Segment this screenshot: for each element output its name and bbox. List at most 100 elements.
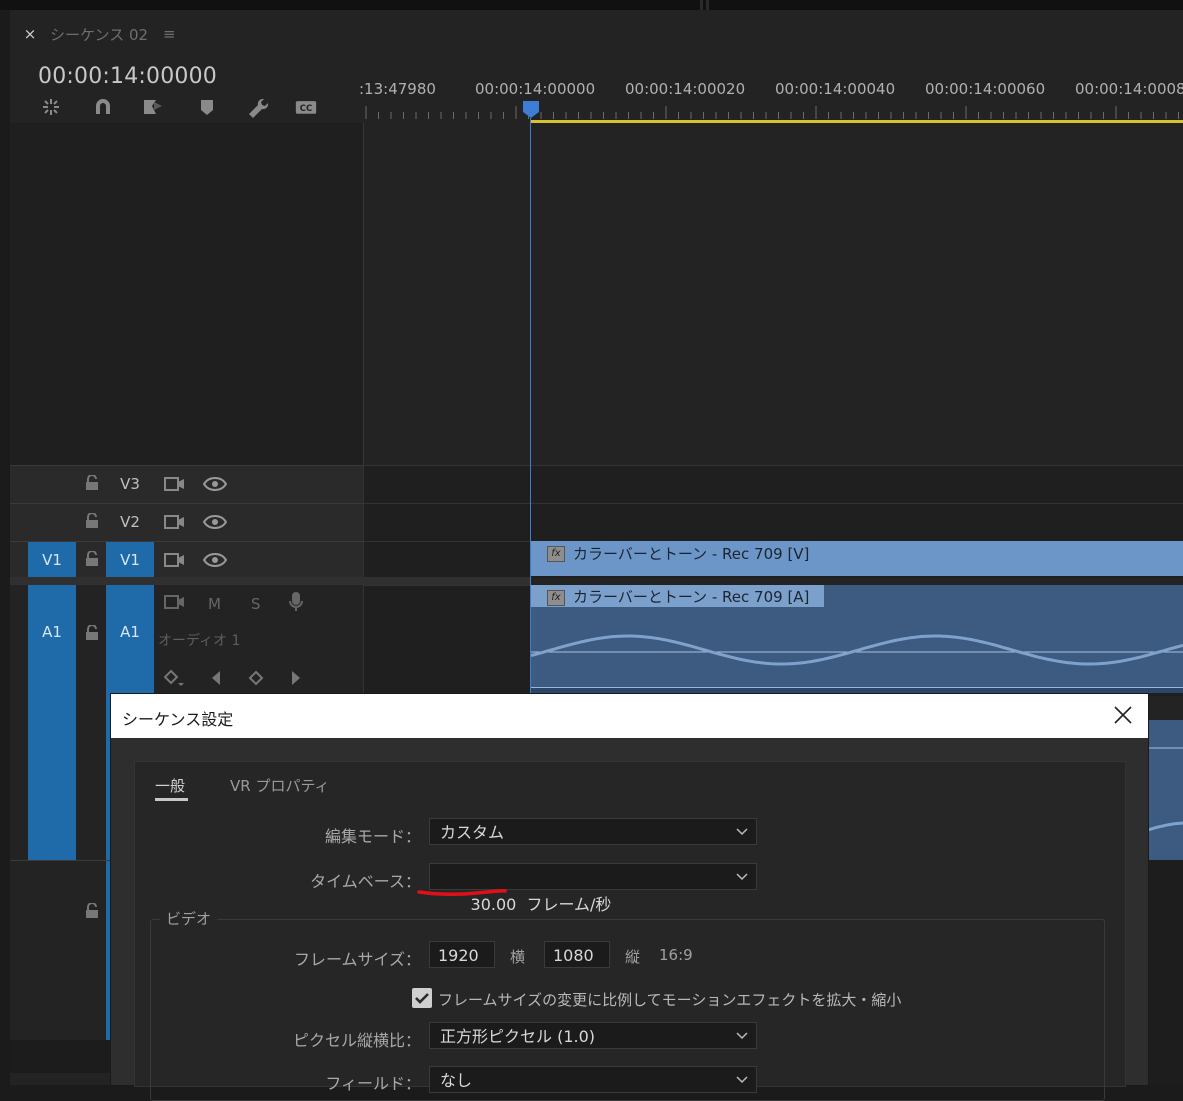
time-ruler[interactable]: :13:47980 00:00:14:00000 00:00:14:00020 … — [359, 66, 1183, 122]
ruler-label: 00:00:14:00060 — [925, 80, 1046, 98]
svg-text:CC: CC — [300, 103, 312, 113]
ruler-label: 00:00:14:00020 — [625, 80, 746, 98]
keyframe-menu-icon[interactable] — [164, 669, 184, 687]
track-lane-v3[interactable] — [364, 465, 1183, 503]
lock-icon[interactable] — [84, 513, 100, 529]
playhead-handle[interactable] — [523, 101, 539, 118]
pixel-aspect-select[interactable]: 正方形ピクセル (1.0) — [429, 1022, 757, 1049]
panel-footer — [10, 1040, 110, 1073]
edit-mode-label: 編集モード： — [324, 827, 421, 846]
fx-badge[interactable]: fx — [547, 590, 565, 606]
checkmark-icon — [415, 993, 429, 1004]
lock-icon[interactable] — [84, 625, 100, 641]
video-clip[interactable]: fx カラーバーとトーン - Rec 709 [V] — [531, 541, 1183, 576]
panel-menu-icon[interactable]: ≡ — [163, 25, 176, 43]
track-target-v3[interactable]: V3 — [106, 466, 154, 503]
solo-button[interactable]: S — [251, 595, 261, 613]
track-separator — [10, 860, 110, 861]
width-unit: 横 — [510, 948, 526, 966]
panel-divider[interactable] — [706, 0, 709, 10]
close-icon[interactable] — [1112, 704, 1134, 726]
edit-mode-select[interactable]: カスタム — [429, 818, 757, 845]
chevron-down-icon — [736, 1076, 748, 1084]
lock-icon[interactable] — [84, 903, 100, 919]
captions-icon[interactable]: CC — [295, 96, 321, 118]
frame-size-label: フレームサイズ： — [293, 950, 421, 969]
active-tab-indicator — [155, 798, 188, 801]
empty-track-area — [10, 123, 364, 465]
microphone-icon[interactable] — [288, 591, 304, 613]
linked-selection-icon[interactable] — [142, 96, 168, 118]
scale-motion-label[interactable]: フレームサイズの変更に比例してモーションエフェクトを拡大・縮小 — [438, 989, 901, 1010]
track-target-label: A1 — [120, 623, 140, 641]
dialog-title: シーケンス設定 — [122, 710, 234, 729]
tab-vr-properties[interactable]: VR プロパティ — [230, 775, 330, 796]
ruler-label: 00:00:14:0008 — [1075, 80, 1183, 98]
track-target-v2[interactable]: V2 — [106, 504, 154, 541]
source-patch-v1[interactable]: V1 — [28, 542, 76, 578]
eye-icon[interactable] — [203, 476, 227, 492]
magnet-icon[interactable] — [92, 96, 118, 118]
track-header-v3: V3 — [10, 465, 363, 503]
frame-height-input[interactable]: 1080 — [544, 941, 610, 968]
source-patch-a1-extension — [28, 695, 76, 860]
frame-width-input[interactable]: 1920 — [429, 941, 495, 968]
track-target-v1[interactable]: V1 — [106, 542, 154, 578]
chevron-down-icon — [736, 828, 748, 836]
audio-clip-continuation — [1147, 720, 1183, 860]
video-group-title: ビデオ — [160, 908, 218, 929]
playhead-timecode[interactable]: 00:00:14:00000 — [38, 64, 217, 89]
sync-lock-icon[interactable] — [164, 551, 186, 569]
marker-icon[interactable] — [196, 96, 222, 118]
track-header-v1: V1 V1 — [10, 541, 363, 578]
fields-value: なし — [440, 1071, 473, 1090]
panel-divider[interactable] — [700, 0, 703, 10]
scale-motion-checkbox[interactable] — [412, 988, 432, 1008]
close-tab-icon[interactable]: × — [22, 26, 38, 42]
add-keyframe-icon[interactable] — [248, 670, 264, 686]
previous-keyframe-icon[interactable] — [210, 670, 222, 686]
fields-label: フィールド： — [325, 1074, 421, 1093]
audio-waveform — [531, 634, 1183, 666]
height-unit: 縦 — [625, 948, 641, 966]
video-clip-label: カラーバーとトーン - Rec 709 [V] — [573, 545, 810, 563]
tab-general[interactable]: 一般 — [155, 775, 185, 796]
sync-lock-icon[interactable] — [164, 475, 186, 493]
edit-mode-value: カスタム — [440, 823, 505, 842]
chevron-down-icon — [736, 873, 748, 881]
snap-icon[interactable] — [40, 96, 66, 118]
lock-icon[interactable] — [84, 551, 100, 567]
video-audio-divider[interactable] — [10, 577, 531, 585]
work-area-bar[interactable] — [531, 120, 1183, 123]
track-lane-v2[interactable] — [364, 503, 1183, 541]
playhead-line[interactable] — [530, 118, 531, 698]
source-patch-label: A1 — [42, 623, 62, 641]
track-target-a1[interactable]: A1 — [106, 585, 154, 695]
sync-lock-icon[interactable] — [164, 513, 186, 531]
eye-icon[interactable] — [203, 552, 227, 568]
red-annotation-underline — [417, 889, 507, 897]
wrench-icon[interactable] — [246, 96, 272, 118]
fx-badge[interactable]: fx — [547, 546, 565, 562]
sync-lock-icon[interactable] — [164, 593, 186, 611]
ruler-ticks — [365, 106, 1179, 119]
dialog-body: 一般 VR プロパティ 編集モード： カスタム タイムベース： 30.00 フレ… — [134, 761, 1126, 1101]
chevron-down-icon — [736, 1032, 748, 1040]
mute-button[interactable]: M — [208, 595, 221, 613]
pixel-aspect-value: 正方形ピクセル (1.0) — [440, 1027, 596, 1046]
dialog-titlebar[interactable]: シーケンス設定 — [111, 694, 1148, 738]
timeline-empty-area — [1148, 860, 1183, 1085]
sequence-tab-title[interactable]: シーケンス 02 — [50, 24, 148, 45]
pixel-aspect-label: ピクセル縦横比： — [292, 1031, 421, 1050]
ruler-label: 00:00:14:00000 — [475, 80, 596, 98]
timebase-label: タイムベース： — [310, 872, 421, 891]
ruler-label: :13:47980 — [359, 80, 436, 98]
lock-icon[interactable] — [84, 475, 100, 491]
fields-select[interactable]: なし — [429, 1066, 757, 1093]
aspect-ratio-text: 16:9 — [659, 946, 693, 964]
top-strip — [0, 0, 1183, 10]
next-keyframe-icon[interactable] — [290, 670, 302, 686]
audio-track-name: オーディオ 1 — [158, 633, 241, 649]
sequence-settings-dialog: シーケンス設定 一般 VR プロパティ 編集モード： カスタム タイムベース： … — [111, 694, 1148, 1101]
eye-icon[interactable] — [203, 514, 227, 530]
